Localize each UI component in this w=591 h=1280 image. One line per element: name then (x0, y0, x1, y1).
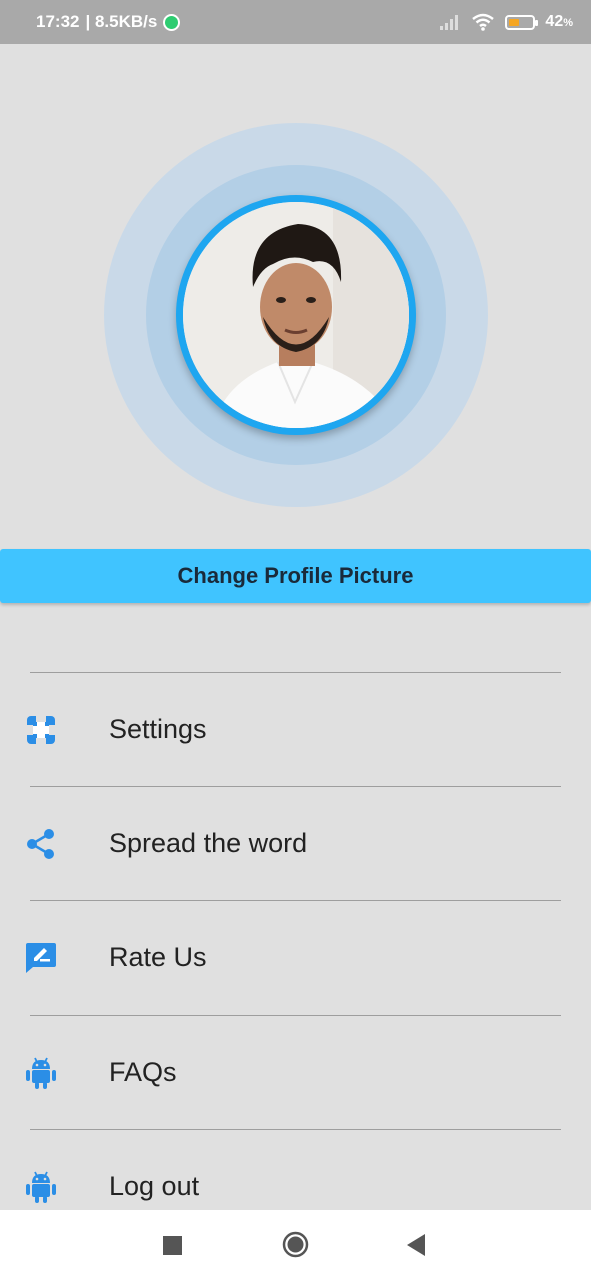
change-profile-picture-button[interactable]: Change Profile Picture (0, 549, 591, 603)
avatar[interactable] (183, 202, 409, 428)
profile-photo (183, 202, 409, 428)
menu-item-faqs[interactable]: FAQs (0, 1016, 591, 1128)
menu-item-spread-the-word[interactable]: Spread the word (0, 787, 591, 899)
rate-icon (26, 943, 56, 973)
signal-icon (440, 15, 459, 30)
status-time: 17:32 (36, 12, 80, 31)
android-icon (26, 1057, 56, 1089)
back-icon[interactable] (407, 1234, 426, 1256)
home-icon[interactable] (282, 1231, 309, 1258)
battery-icon (505, 14, 539, 30)
recents-icon[interactable] (163, 1236, 182, 1255)
android-icon (26, 1171, 56, 1203)
avatar-section (104, 123, 488, 507)
battery-percent: 42 (545, 13, 564, 30)
battery-fill (509, 18, 519, 26)
menu-label-spread-the-word: Spread the word (109, 828, 308, 858)
whatsapp-icon (163, 13, 181, 31)
menu-label-faqs: FAQs (109, 1057, 177, 1087)
menu-item-settings[interactable]: Settings (0, 673, 591, 785)
menu-label-settings: Settings (109, 714, 207, 744)
menu-label-rate-us: Rate Us (109, 942, 207, 972)
status-left: 17:32 | 8.5KB/s (36, 0, 181, 44)
settings-icon (27, 716, 55, 744)
navigation-bar (0, 1210, 591, 1280)
battery-unit: % (563, 17, 573, 29)
wifi-icon (472, 13, 495, 31)
status-right: 42% (439, 0, 573, 44)
menu-item-rate-us[interactable]: Rate Us (0, 901, 591, 1013)
avatar-border (176, 195, 416, 435)
battery-text: 42% (545, 13, 573, 31)
share-icon (27, 829, 54, 859)
status-speed: | 8.5KB/s (85, 12, 158, 31)
status-bar: 17:32 | 8.5KB/s 42% (0, 0, 591, 44)
